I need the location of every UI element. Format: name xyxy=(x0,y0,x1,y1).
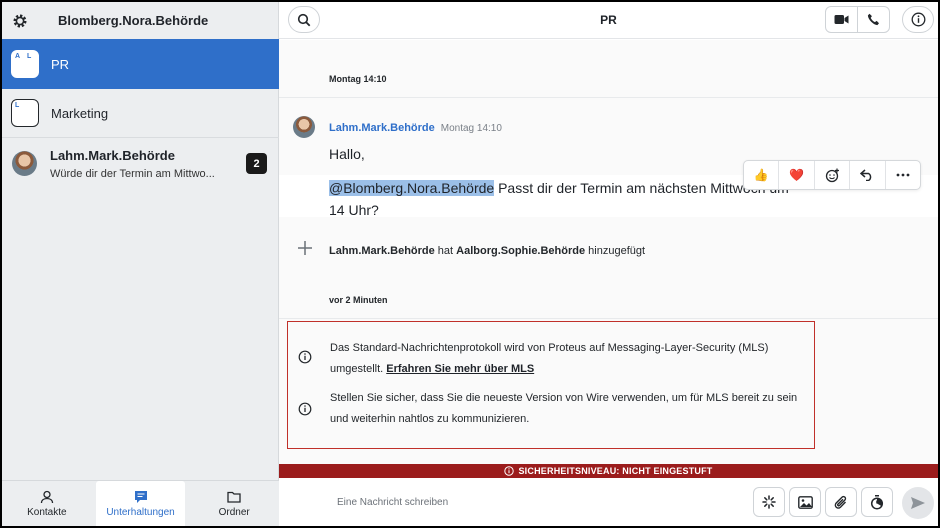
reply-icon xyxy=(860,169,872,181)
message-actions-toolbar: 👍 ❤️ xyxy=(743,160,921,190)
conversation-item-lahm[interactable]: Lahm.Mark.Behörde Würde dir der Termin a… xyxy=(2,138,279,189)
conversation-item-marketing[interactable]: L Marketing xyxy=(2,89,279,138)
ping-button[interactable] xyxy=(753,487,785,517)
info-icon xyxy=(504,466,515,476)
conversation-name: Lahm.Mark.Behörde xyxy=(50,147,175,163)
smiley-plus-icon xyxy=(825,168,839,182)
avatar[interactable] xyxy=(293,116,315,138)
conversation-info-button[interactable] xyxy=(902,6,934,33)
message-composer: Eine Nachricht schreiben xyxy=(279,478,938,526)
info-icon xyxy=(298,350,312,369)
conversation-header: PR xyxy=(279,2,938,39)
date-separator: Montag 14:10 xyxy=(329,74,387,84)
send-icon xyxy=(911,497,925,509)
system-message: Lahm.Mark.Behörde hat Aalborg.Sophie.Beh… xyxy=(329,245,646,257)
security-level-bar: SICHERHEITSNIVEAU: NICHT EINGESTUFT xyxy=(279,464,938,478)
gear-icon[interactable] xyxy=(2,13,38,29)
image-icon xyxy=(797,495,813,509)
mls-notice-text: Das Standard-Nachrichtenprotokoll wird v… xyxy=(330,342,769,375)
react-heart-button[interactable]: ❤️ xyxy=(778,161,813,189)
video-camera-icon xyxy=(834,15,849,24)
group-avatar: L xyxy=(11,99,39,127)
message-input[interactable]: Eine Nachricht schreiben xyxy=(337,497,448,508)
timed-message-button[interactable] xyxy=(861,487,893,517)
plus-icon xyxy=(297,240,313,261)
message-text-line: @Blomberg.Nora.Behörde Passt dir der Ter… xyxy=(329,180,789,196)
paperclip-icon xyxy=(834,495,847,509)
message-list[interactable]: Montag 14:10 Lahm.Mark.Behörde Montag 14:… xyxy=(279,40,938,464)
group-avatar: A L xyxy=(11,50,39,78)
conversation-view: PR Montag 14:10 Lahm.Mark.Behörde Montag … xyxy=(279,2,938,526)
conversation-preview: Würde dir der Termin am Mittwo... xyxy=(50,167,215,180)
avatar xyxy=(12,151,37,176)
conversation-item-pr[interactable]: A L PR xyxy=(2,39,279,89)
date-separator: vor 2 Minuten xyxy=(329,295,388,305)
phone-icon xyxy=(867,13,879,26)
learn-more-mls-link[interactable]: Erfahren Sie mehr über MLS xyxy=(386,363,534,375)
timer-icon xyxy=(870,494,884,510)
ping-icon xyxy=(762,495,776,509)
nav-contacts[interactable]: Kontakte xyxy=(2,481,92,526)
sidebar: Blomberg.Nora.Behörde A L PR L Marketing… xyxy=(2,2,279,526)
nav-conversations[interactable]: Unterhaltungen xyxy=(95,481,186,526)
conversation-name: Marketing xyxy=(51,105,109,121)
mls-notice-text: Stellen Sie sicher, dass Sie die neueste… xyxy=(330,392,798,425)
divider xyxy=(279,318,938,319)
emoji-picker-button[interactable] xyxy=(813,161,849,189)
react-thumbs-up-button[interactable]: 👍 xyxy=(744,161,778,189)
chat-bubble-icon xyxy=(134,490,147,503)
app-window: Blomberg.Nora.Behörde A L PR L Marketing… xyxy=(2,2,938,526)
sidebar-header: Blomberg.Nora.Behörde xyxy=(2,2,278,39)
info-icon xyxy=(298,402,312,421)
conversation-name: PR xyxy=(51,56,70,72)
ellipsis-icon xyxy=(896,173,910,177)
image-button[interactable] xyxy=(789,487,821,517)
divider xyxy=(279,97,938,98)
nav-folders[interactable]: Ordner xyxy=(189,481,279,526)
video-call-button[interactable] xyxy=(826,7,857,32)
mention[interactable]: @Blomberg.Nora.Behörde xyxy=(329,180,495,196)
bottom-nav: Kontakte Unterhaltungen Ordner xyxy=(2,480,279,526)
call-buttons xyxy=(825,6,890,33)
message-author[interactable]: Lahm.Mark.Behörde xyxy=(329,122,435,134)
message-header: Lahm.Mark.Behörde Montag 14:10 xyxy=(329,122,502,134)
message-time: Montag 14:10 xyxy=(440,123,502,134)
message-text-line: Hallo, xyxy=(329,146,365,162)
folder-icon xyxy=(227,491,241,503)
reply-button[interactable] xyxy=(849,161,884,189)
audio-call-button[interactable] xyxy=(857,7,889,32)
info-icon xyxy=(911,12,925,27)
account-name[interactable]: Blomberg.Nora.Behörde xyxy=(58,13,208,28)
send-button[interactable] xyxy=(902,487,934,519)
message-text-line: 14 Uhr? xyxy=(329,202,379,218)
unread-badge: 2 xyxy=(246,153,267,174)
mls-notice: Das Standard-Nachrichtenprotokoll wird v… xyxy=(287,321,815,449)
attach-file-button[interactable] xyxy=(825,487,857,517)
more-options-button[interactable] xyxy=(884,161,920,189)
person-icon xyxy=(40,490,53,503)
